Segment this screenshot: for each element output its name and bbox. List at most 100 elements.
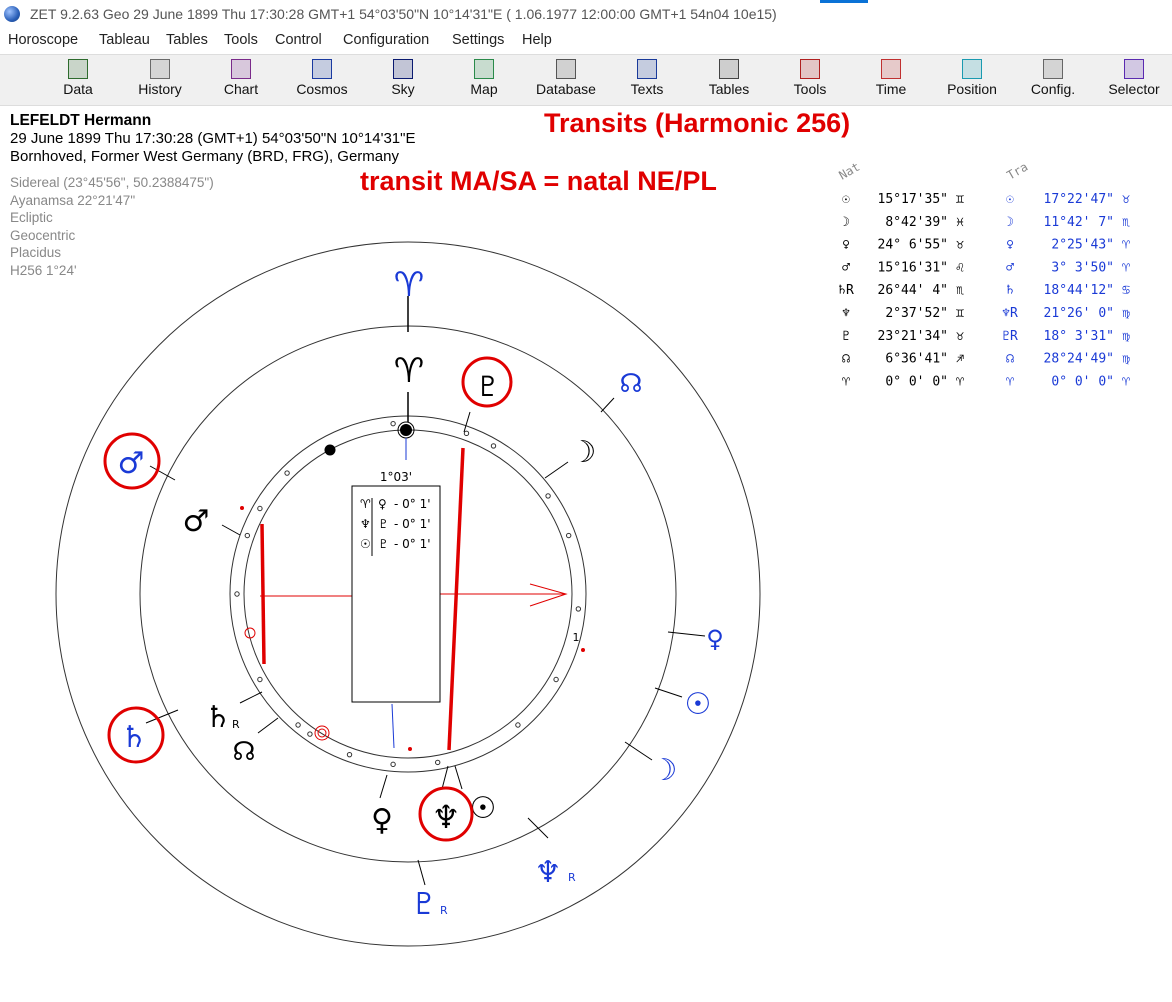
natal-venus-glyph: ♀ <box>371 803 393 838</box>
box-row-3-val: - 0° 1' <box>394 537 431 551</box>
table-row-9-nat-symbol: ♈ <box>842 374 850 389</box>
table-row-6-nat-sign: ♊ <box>956 306 964 321</box>
red-double-circle-inner <box>317 728 327 738</box>
table-header-nat: Nat <box>837 160 863 183</box>
transit-node-glyph: ☊ <box>619 369 642 399</box>
red-axis-left <box>260 523 266 665</box>
table-row-9-tra-value: 0° 0' 0" <box>1051 374 1114 389</box>
table-row-1-tra-sign: ♉ <box>1122 192 1130 207</box>
table-row-8-nat-symbol: ☊ <box>842 352 850 367</box>
asc-marker <box>400 424 412 436</box>
table-row-5-nat-symbol: ♄R <box>838 283 854 298</box>
transit-pluto-glyph: ♇ <box>411 887 438 922</box>
table-row-6-tra-symbol: ♆R <box>1002 306 1018 321</box>
table-row-7-tra-symbol: ♇R <box>1002 329 1018 344</box>
table-row-5-tra-value: 18°44'12" <box>1044 283 1114 298</box>
table-row-7-nat-symbol: ♇ <box>842 329 850 344</box>
natal-node-glyph: ☊ <box>232 737 255 767</box>
table-header-tra: Tra <box>1005 160 1031 183</box>
ring-tick-6 <box>575 606 582 612</box>
natal-sun-glyph: ☉ <box>470 791 497 826</box>
angle-label: 1°03' <box>380 470 412 484</box>
ring-tick-4 <box>545 493 551 499</box>
red-dot-right <box>581 648 585 652</box>
red-axis-right <box>447 447 465 751</box>
table-row-5-tra-symbol: ♄ <box>1006 283 1014 298</box>
box-row-2-val: - 0° 1' <box>394 517 431 531</box>
red-arrow-head <box>529 583 568 607</box>
table-row-6-tra-sign: ♍ <box>1122 306 1130 321</box>
red-dot-left <box>240 506 244 510</box>
table-row-7-tra-value: 18° 3'31" <box>1044 329 1114 344</box>
table-row-9-nat-value: 0° 0' 0" <box>885 374 948 389</box>
table-row-3-nat-symbol: ♀ <box>842 238 850 253</box>
table-row-1-tra-value: 17°22'47" <box>1044 192 1114 207</box>
aspect-box-rows: ♈ ♀ - 0° 1' ♆ ♇ - 0° 1' ☉ ♇ - 0° 1' <box>360 497 431 551</box>
table-row-2-tra-value: 11°42' 7" <box>1044 215 1114 230</box>
natal-saturn-glyph: ♄ <box>205 700 232 735</box>
table-row-4-nat-sign: ♌ <box>956 260 964 275</box>
table-row-1-tra-symbol: ☉ <box>1006 192 1014 207</box>
natal-saturn-retro: R <box>232 718 240 731</box>
table-row-5-nat-sign: ♏ <box>956 283 964 298</box>
table-row-3-tra-value: 2°25'43" <box>1051 238 1114 253</box>
table-row-2-tra-symbol: ☽ <box>1006 215 1014 230</box>
table-row-4-nat-symbol: ♂ <box>842 260 850 275</box>
table-row-8-tra-sign: ♍ <box>1122 352 1130 367</box>
positions-table: ☉ 15°17'35" ♊ ☉ 17°22'47" ♉ ☽ 8°42'39" ♓ ☽ 11°42' … <box>838 192 1130 389</box>
table-row-8-nat-value: 6°36'41" <box>885 352 948 367</box>
red-dot-bottom <box>408 747 412 751</box>
ring-tick-7 <box>553 676 559 683</box>
table-row-6-nat-symbol: ♆ <box>842 306 850 321</box>
table-row-4-nat-value: 15°16'31" <box>878 260 948 275</box>
transit-pluto-retro: R <box>440 904 448 917</box>
table-row-3-tra-symbol: ♀ <box>1006 238 1014 253</box>
table-row-3-nat-value: 24° 6'55" <box>878 238 948 253</box>
transit-neptune-glyph: ♆ <box>535 855 562 890</box>
ring-tick-1 <box>390 420 396 427</box>
table-row-5-tra-sign: ♋ <box>1122 283 1130 298</box>
table-row-4-tra-value: 3° 3'50" <box>1051 260 1114 275</box>
tick-label: 1 <box>573 631 580 644</box>
table-row-8-nat-sign: ♐ <box>956 352 964 367</box>
table-row-6-tra-value: 21°26' 0" <box>1044 306 1114 321</box>
ring-tick-3 <box>490 443 497 449</box>
table-row-2-tra-sign: ♏ <box>1122 215 1130 230</box>
table-row-9-tra-symbol: ♈ <box>1006 374 1014 389</box>
transit-mars-glyph: ♂ <box>118 446 145 481</box>
ring-tick-10 <box>390 761 396 768</box>
table-row-3-tra-sign: ♈ <box>1122 238 1130 253</box>
ring-tick-13 <box>295 722 301 728</box>
table-row-4-tra-symbol: ♂ <box>1006 260 1014 275</box>
blue-aspect-bottom <box>391 703 395 749</box>
ring-tick-9 <box>434 759 441 766</box>
natal-aries-glyph: ♈ <box>394 351 424 391</box>
table-row-2-nat-value: 8°42'39" <box>885 215 948 230</box>
ring-tick-8 <box>515 722 521 728</box>
red-double-circle-outer <box>314 725 330 741</box>
transit-venus-glyph: ♀ <box>706 625 724 653</box>
ring-tick-2 <box>463 430 470 437</box>
box-row-3-planet: ♇ <box>378 537 389 551</box>
ring-tick-15 <box>234 591 240 597</box>
table-row-8-tra-symbol: ☊ <box>1006 352 1014 367</box>
natal-mars-glyph: ♂ <box>183 504 210 539</box>
box-row-1-planet: ♀ <box>378 497 387 511</box>
ring-tick-18 <box>284 470 290 476</box>
table-row-5-nat-value: 26°44' 4" <box>878 283 948 298</box>
natal-neptune-glyph: ♆ <box>432 798 461 836</box>
box-row-2-planet: ♇ <box>378 517 389 531</box>
table-row-8-tra-value: 28°24'49" <box>1044 352 1114 367</box>
transit-moon-glyph: ☽ <box>651 753 678 788</box>
table-row-7-nat-sign: ♉ <box>956 329 964 344</box>
highlight-circles <box>103 356 513 842</box>
ring-tick-12 <box>307 731 313 737</box>
mc-marker <box>324 444 336 456</box>
natal-moon-glyph: ☽ <box>570 435 597 470</box>
table-row-1-nat-value: 15°17'35" <box>878 192 948 207</box>
ring-tick-17 <box>257 505 263 512</box>
ring-tick-16 <box>244 532 251 539</box>
table-row-4-tra-sign: ♈ <box>1122 260 1130 275</box>
table-row-9-nat-sign: ♈ <box>956 374 964 389</box>
ring-tick-11 <box>346 751 353 758</box>
